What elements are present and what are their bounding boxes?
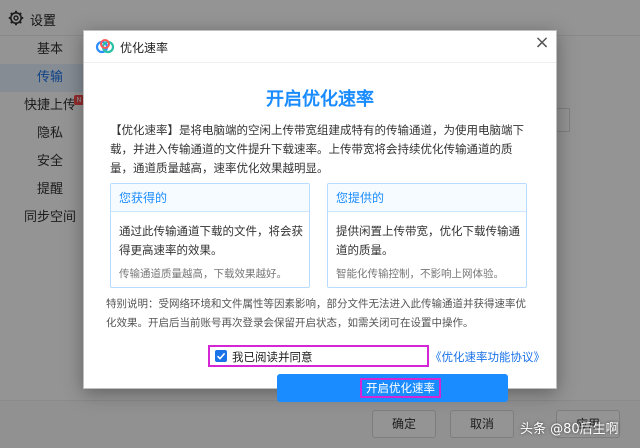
card-body: 提供闲置上传带宽，优化下载传输通道的质量。 (336, 224, 520, 257)
agreement-checkbox-row[interactable]: 我已阅读并同意 (208, 345, 429, 367)
divider (84, 62, 556, 63)
card-body: 通过此传输通道下载的文件，将会获得更高速率的效果。 (119, 224, 303, 257)
card-title: 您获得的 (111, 184, 309, 212)
watermark: 头条 @80后生啊 (520, 422, 619, 437)
card-note: 智能化传输控制，不影响上网体验。 (336, 268, 504, 280)
agreement-link[interactable]: 《优化速率功能协议》 (430, 349, 545, 365)
card-note: 传输通道质量越高，下载效果越好。 (119, 268, 287, 280)
benefit-card: 您获得的 通过此传输通道下载的文件，将会获得更高速率的效果。 传输通道质量越高，… (110, 183, 310, 288)
dialog-title: 优化速率 (120, 41, 169, 55)
cloud-logo-icon (95, 39, 115, 54)
checkbox-checked-icon[interactable] (215, 350, 227, 362)
enable-optimize-rate-button[interactable]: 开启优化速率 (277, 374, 508, 402)
agreement-label: 我已阅读并同意 (232, 350, 313, 364)
contribution-card: 您提供的 提供闲置上传带宽，优化下载传输通道的质量。 智能化传输控制，不影响上网… (327, 183, 527, 288)
intro-text: 【优化速率】是将电脑端的空闲上传带宽组建成特有的传输通道，为使用电脑端下载，并进… (110, 123, 524, 175)
enable-button-label: 开启优化速率 (360, 378, 441, 398)
dialog-heading: 开启优化速率 (266, 89, 374, 110)
special-notice: 特别说明：受网络环境和文件属性等因素影响，部分文件无法进入此传输通道并获得速率优… (106, 298, 526, 329)
close-icon[interactable]: × (532, 33, 552, 53)
optimize-rate-dialog: 优化速率 × 开启优化速率 【优化速率】是将电脑端的空闲上传带宽组建成特有的传输… (83, 30, 557, 402)
card-title: 您提供的 (328, 184, 526, 212)
